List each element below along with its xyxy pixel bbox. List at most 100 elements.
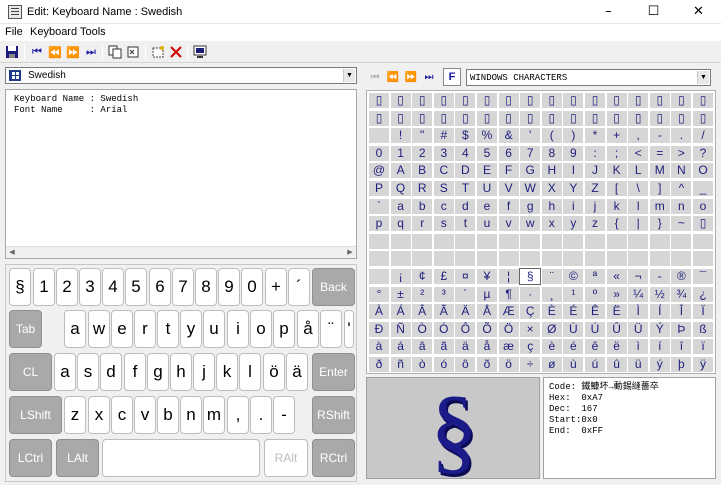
key[interactable]: e [111, 310, 133, 348]
char-cell[interactable]: , [628, 128, 649, 144]
char-cell[interactable]: Ç [520, 304, 541, 320]
char-cell[interactable]: D [455, 163, 476, 179]
char-cell[interactable]: | [628, 216, 649, 232]
char-cell[interactable]: À [369, 304, 389, 320]
key[interactable]: t [157, 310, 179, 348]
char-cell[interactable]: ▯ [498, 110, 519, 126]
char-cell[interactable]: # [433, 128, 454, 144]
char-cell[interactable]: p [369, 216, 389, 232]
char-cell[interactable]: Ý [649, 321, 670, 337]
char-cell[interactable]: H [541, 163, 562, 179]
char-cell[interactable] [563, 233, 584, 249]
char-cell[interactable]: G [520, 163, 541, 179]
char-cell[interactable]: ( [541, 128, 562, 144]
char-cell[interactable] [563, 251, 584, 267]
char-cell[interactable]: 1 [390, 145, 411, 161]
char-cell[interactable]: T [455, 181, 476, 196]
char-cell[interactable] [606, 251, 627, 267]
char-cell[interactable]: ▯ [520, 93, 541, 108]
char-cell[interactable]: g [520, 198, 541, 214]
char-cell[interactable]: Í [649, 304, 670, 320]
char-cell[interactable]: Ë [606, 304, 627, 320]
menu-keyboard[interactable]: Keyboard [30, 26, 77, 38]
char-cell[interactable]: Ì [628, 304, 649, 320]
char-cell[interactable] [628, 251, 649, 267]
key[interactable]: z [64, 396, 86, 434]
char-cell[interactable]: ▯ [477, 110, 497, 126]
char-cell[interactable] [541, 251, 562, 267]
char-cell[interactable]: × [520, 321, 541, 337]
key[interactable]: ' [344, 310, 354, 348]
key[interactable]: å [297, 310, 319, 348]
char-cell[interactable] [455, 233, 476, 249]
char-cell[interactable]: M [649, 163, 670, 179]
char-cell[interactable]: Ä [455, 304, 476, 320]
char-cell[interactable]: * [585, 128, 605, 144]
grid-first-icon[interactable]: ⏮ [367, 70, 383, 86]
char-cell[interactable]: ´ [455, 286, 476, 302]
char-cell[interactable]: ▯ [563, 93, 584, 108]
grid-last-icon[interactable]: ⏭ [421, 70, 437, 86]
key[interactable]: k [216, 353, 238, 391]
char-cell[interactable]: - [649, 128, 670, 144]
char-cell[interactable]: y [563, 216, 584, 232]
char-cell[interactable]: Û [606, 321, 627, 337]
char-cell[interactable]: ▯ [412, 93, 433, 108]
char-cell[interactable]: < [628, 145, 649, 161]
char-cell[interactable]: ¯ [693, 269, 713, 284]
char-cell[interactable]: 4 [455, 145, 476, 161]
char-cell[interactable]: : [585, 145, 605, 161]
char-cell[interactable]: § [519, 268, 542, 285]
char-cell[interactable] [390, 233, 411, 249]
char-cell[interactable]: ▯ [628, 110, 649, 126]
key[interactable]: y [180, 310, 202, 348]
key[interactable]: f [124, 353, 146, 391]
char-cell[interactable]: ¡ [390, 269, 411, 284]
char-cell[interactable]: q [390, 216, 411, 232]
key[interactable]: g [147, 353, 169, 391]
key[interactable]: 9 [218, 268, 240, 306]
char-cell[interactable]: ë [606, 339, 627, 355]
char-cell[interactable]: V [498, 181, 519, 196]
char-cell[interactable]: B [412, 163, 433, 179]
char-cell[interactable]: ! [390, 128, 411, 144]
char-cell[interactable] [693, 251, 713, 267]
key[interactable]: Enter [312, 353, 355, 391]
new-icon[interactable] [149, 43, 167, 61]
char-cell[interactable]: 0 [369, 145, 389, 161]
char-cell[interactable]: Ú [585, 321, 605, 337]
key[interactable]: RAlt [264, 439, 308, 477]
char-cell[interactable] [585, 251, 605, 267]
key[interactable]: RShift [312, 396, 355, 434]
char-cell[interactable]: 6 [498, 145, 519, 161]
char-cell[interactable]: Æ [498, 304, 519, 320]
char-cell[interactable] [369, 269, 389, 284]
char-cell[interactable]: é [563, 339, 584, 355]
char-cell[interactable]: ▯ [412, 110, 433, 126]
last-icon[interactable]: ⏭ [82, 43, 100, 61]
char-cell[interactable]: ¨ [541, 269, 562, 284]
char-cell[interactable]: e [477, 198, 497, 214]
scroll-right-icon[interactable]: ▶ [344, 247, 356, 258]
char-cell[interactable]: ▯ [369, 93, 389, 108]
key[interactable]: LShift [9, 396, 62, 434]
char-cell[interactable]: ▯ [369, 110, 389, 126]
char-cell[interactable]: ▯ [671, 93, 692, 108]
key[interactable]: l [239, 353, 261, 391]
char-cell[interactable]: ú [585, 357, 605, 372]
key[interactable]: 6 [149, 268, 171, 306]
char-cell[interactable] [520, 251, 541, 267]
char-cell[interactable]: ² [412, 286, 433, 302]
char-cell[interactable]: ¤ [455, 269, 476, 284]
key-space[interactable] [102, 439, 260, 477]
char-cell[interactable]: ^ [671, 181, 692, 196]
char-cell[interactable]: ▯ [520, 110, 541, 126]
key[interactable]: Tab [9, 310, 42, 348]
key[interactable]: LCtrl [9, 439, 52, 477]
char-cell[interactable]: . [671, 128, 692, 144]
char-cell[interactable]: ▯ [455, 110, 476, 126]
char-cell[interactable]: 3 [433, 145, 454, 161]
key[interactable]: m [203, 396, 225, 434]
char-cell[interactable]: ó [433, 357, 454, 372]
char-cell[interactable] [477, 251, 497, 267]
